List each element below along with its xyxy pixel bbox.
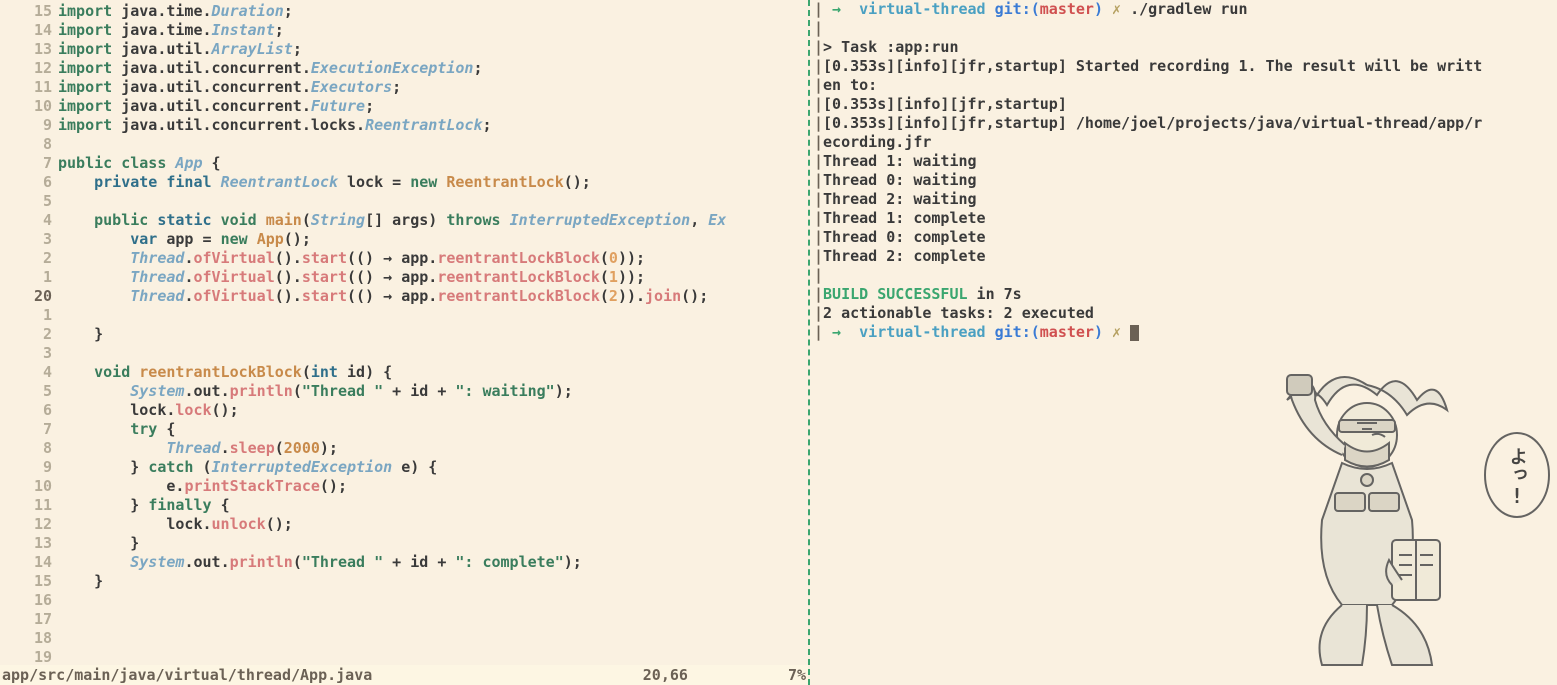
- terminal-output-line: |Thread 2: waiting: [814, 190, 1553, 209]
- terminal-output-line: |: [814, 19, 1553, 38]
- code-content[interactable]: import java.time.Duration;import java.ti…: [58, 2, 808, 665]
- line-number-gutter: 1514131211109876543212012345678910111213…: [0, 2, 58, 665]
- terminal-output-line: |[0.353s][info][jfr,startup] /home/joel/…: [814, 114, 1553, 133]
- terminal-pane[interactable]: | → virtual-thread git:(master) ✗ ./grad…: [810, 0, 1557, 685]
- terminal-output-line: |Thread 0: waiting: [814, 171, 1553, 190]
- terminal-prompt[interactable]: | → virtual-thread git:(master) ✗: [814, 323, 1553, 342]
- editor-pane[interactable]: 1514131211109876543212012345678910111213…: [0, 0, 808, 685]
- terminal-output-line: |ecording.jfr: [814, 133, 1553, 152]
- terminal-output-line: |Thread 1: complete: [814, 209, 1553, 228]
- file-path: app/src/main/java/virtual/thread/App.jav…: [2, 666, 372, 684]
- terminal-output-line: |en to:: [814, 76, 1553, 95]
- kakashi-illustration: よっ !: [1217, 345, 1557, 685]
- scroll-percent: 7%: [788, 666, 806, 684]
- terminal-output-line: |> Task :app:run: [814, 38, 1553, 57]
- cursor-position: 20,66: [643, 666, 688, 684]
- terminal-output-line: |Thread 0: complete: [814, 228, 1553, 247]
- terminal-prompt: | → virtual-thread git:(master) ✗ ./grad…: [814, 0, 1553, 19]
- terminal-output-line: |2 actionable tasks: 2 executed: [814, 304, 1553, 323]
- terminal-output-line: |[0.353s][info][jfr,startup] Started rec…: [814, 57, 1553, 76]
- terminal-build-status: |BUILD SUCCESSFUL in 7s: [814, 285, 1553, 304]
- terminal-output-line: |: [814, 266, 1553, 285]
- svg-text:!: !: [1511, 484, 1523, 508]
- svg-text:よっ: よっ: [1507, 447, 1528, 483]
- terminal-output-line: |[0.353s][info][jfr,startup]: [814, 95, 1553, 114]
- vim-statusline: app/src/main/java/virtual/thread/App.jav…: [0, 665, 808, 685]
- terminal-output-line: |Thread 2: complete: [814, 247, 1553, 266]
- terminal-output-line: |Thread 1: waiting: [814, 152, 1553, 171]
